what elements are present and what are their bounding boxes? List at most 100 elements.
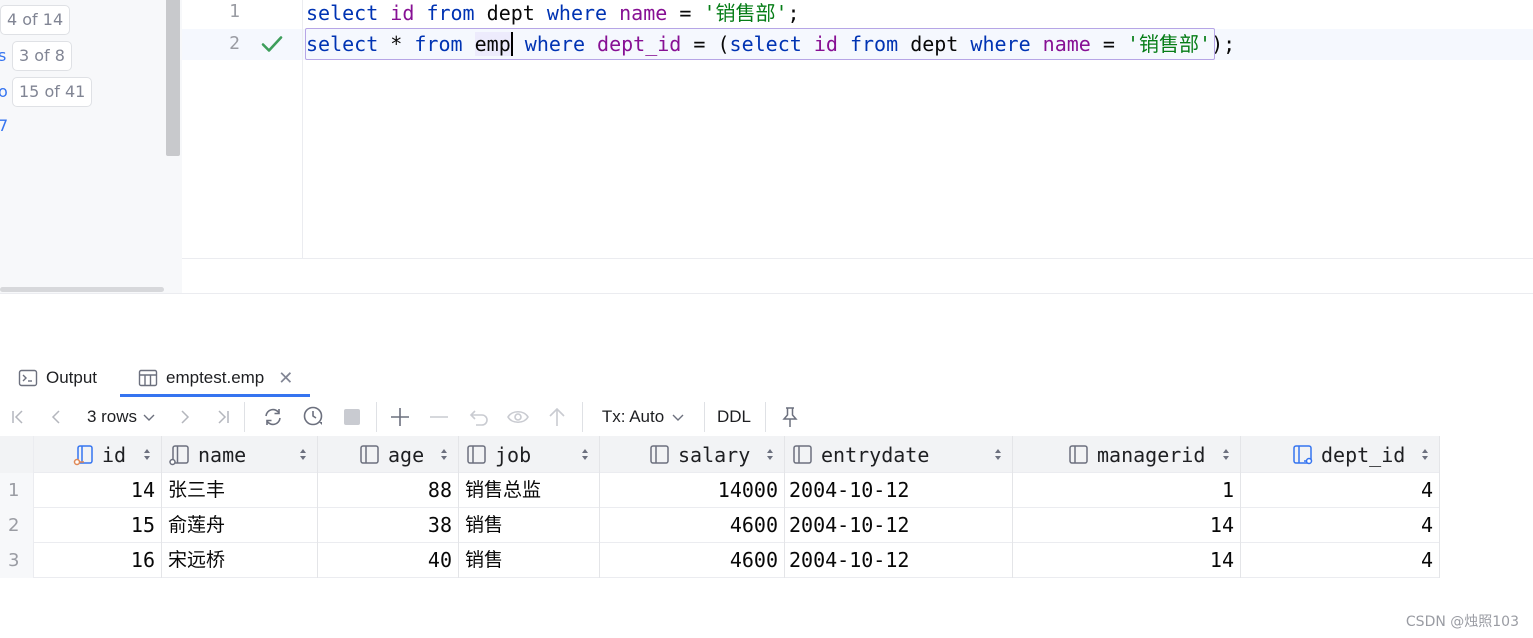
primary-key-column-icon [73, 444, 93, 465]
row-number: 3 [0, 543, 34, 578]
cell-id[interactable]: 16 [34, 543, 162, 578]
gutter-marker: s [0, 46, 7, 65]
cell-job[interactable]: 销售总监 [459, 473, 600, 508]
chevron-down-icon [672, 414, 684, 421]
sort-icon[interactable] [143, 448, 151, 461]
cell-entrydate[interactable]: 2004-10-12 [785, 543, 1013, 578]
column-header-entrydate[interactable]: entrydate [785, 436, 1013, 473]
cell-job[interactable]: 销售 [459, 508, 600, 543]
sort-icon[interactable] [766, 448, 774, 461]
cell-id[interactable]: 15 [34, 508, 162, 543]
panel-divider[interactable] [0, 293, 1533, 294]
cell-age[interactable]: 40 [318, 543, 459, 578]
cell-age[interactable]: 38 [318, 508, 459, 543]
editor-footer [182, 258, 1533, 292]
cell-name[interactable]: 宋远桥 [162, 543, 318, 578]
clock-icon [303, 406, 323, 426]
cell-name[interactable]: 张三丰 [162, 473, 318, 508]
cell-entrydate[interactable]: 2004-10-12 [785, 473, 1013, 508]
submit-button[interactable] [544, 398, 570, 436]
sort-icon[interactable] [1421, 448, 1429, 461]
table-row[interactable]: 1 14 张三丰 88 销售总监 14000 2004-10-12 1 4 [0, 473, 1440, 508]
cell-managerid[interactable]: 14 [1013, 508, 1241, 543]
first-page-button[interactable] [6, 398, 30, 436]
column-icon [1069, 444, 1088, 464]
cell-dept-id[interactable]: 4 [1241, 473, 1440, 508]
close-icon[interactable]: ✕ [278, 368, 293, 389]
cell-managerid[interactable]: 1 [1013, 473, 1241, 508]
vertical-scrollbar[interactable] [166, 0, 180, 156]
tab-label: Output [46, 368, 98, 387]
row-count-dropdown[interactable]: 3 rows [82, 398, 162, 436]
gutter-marker: 7 [0, 116, 9, 135]
next-page-button[interactable] [173, 398, 197, 436]
cell-salary[interactable]: 4600 [600, 508, 785, 543]
table-row[interactable]: 2 15 俞莲舟 38 销售 4600 2004-10-12 14 4 [0, 508, 1440, 543]
sort-icon[interactable] [299, 448, 307, 461]
cell-dept-id[interactable]: 4 [1241, 508, 1440, 543]
cell-salary[interactable]: 4600 [600, 543, 785, 578]
table-row[interactable]: 3 16 宋远桥 40 销售 4600 2004-10-12 14 4 [0, 543, 1440, 578]
column-header-age[interactable]: age [318, 436, 459, 473]
chevron-left-icon [51, 410, 60, 424]
sort-icon[interactable] [581, 448, 589, 461]
cell-id[interactable]: 14 [34, 473, 162, 508]
foreign-key-column-icon [1293, 444, 1313, 464]
column-header-salary[interactable]: salary [600, 436, 785, 473]
tab-label: emptest.emp [166, 368, 265, 387]
code-line-1[interactable]: select id from dept where name = '销售部'; [306, 0, 800, 26]
left-panel: 4 of 14 s 3 of 8 o 15 of 41 7 [0, 0, 182, 293]
cell-managerid[interactable]: 14 [1013, 543, 1241, 578]
column-header-name[interactable]: name [162, 436, 318, 473]
undo-icon [469, 410, 488, 426]
sql-column: name [619, 1, 668, 25]
toolbar-separator [582, 402, 583, 432]
horizontal-scrollbar[interactable] [0, 287, 164, 292]
cell-age[interactable]: 88 [318, 473, 459, 508]
cell-dept-id[interactable]: 4 [1241, 543, 1440, 578]
column-header-id[interactable]: id [34, 436, 162, 473]
sort-icon[interactable] [440, 448, 448, 461]
watermark: CSDN @烛照103 [1405, 614, 1519, 630]
tab-output[interactable]: Output [18, 360, 97, 396]
toolbar-separator [244, 402, 245, 432]
arrow-up-icon [549, 407, 565, 426]
tab-emptest-emp[interactable]: emptest.emp ✕ [138, 360, 293, 396]
sql-editor[interactable]: 1 2 select id from dept where name = '销售… [182, 0, 1533, 258]
last-page-button[interactable] [211, 398, 235, 436]
sort-icon[interactable] [1222, 448, 1230, 461]
delete-row-button[interactable] [426, 398, 452, 436]
eye-icon [507, 410, 529, 424]
pin-tab-button[interactable] [777, 398, 803, 436]
header-row: id name age job salary entrydate manager… [0, 436, 1440, 473]
line-number: 1 [229, 1, 240, 22]
console-icon [18, 369, 38, 387]
column-header-dept-id[interactable]: dept_id [1241, 436, 1440, 473]
pin-icon [782, 407, 798, 427]
cell-salary[interactable]: 14000 [600, 473, 785, 508]
chevron-down-icon [143, 414, 155, 421]
refresh-button[interactable] [259, 398, 287, 436]
sort-icon[interactable] [994, 448, 1002, 461]
sql-string: '销售部' [703, 1, 788, 25]
ddl-button[interactable]: DDL [713, 398, 755, 436]
cell-entrydate[interactable]: 2004-10-12 [785, 508, 1013, 543]
history-button[interactable] [300, 398, 328, 436]
column-header-job[interactable]: job [459, 436, 600, 473]
transaction-mode-dropdown[interactable]: Tx: Auto [596, 398, 692, 436]
match-count-badge: 3 of 8 [12, 41, 72, 71]
sql-table: dept [486, 1, 535, 25]
preview-changes-button[interactable] [504, 398, 532, 436]
column-name: id [102, 442, 127, 467]
row-number: 1 [0, 473, 34, 508]
column-header-managerid[interactable]: managerid [1013, 436, 1241, 473]
sql-column: id [390, 1, 415, 25]
sql-keyword: where [546, 1, 608, 25]
active-tab-indicator [120, 394, 310, 397]
cell-job[interactable]: 销售 [459, 543, 600, 578]
add-row-button[interactable] [387, 398, 413, 436]
stop-button[interactable] [340, 398, 364, 436]
cell-name[interactable]: 俞莲舟 [162, 508, 318, 543]
prev-page-button[interactable] [44, 398, 68, 436]
revert-button[interactable] [466, 398, 492, 436]
